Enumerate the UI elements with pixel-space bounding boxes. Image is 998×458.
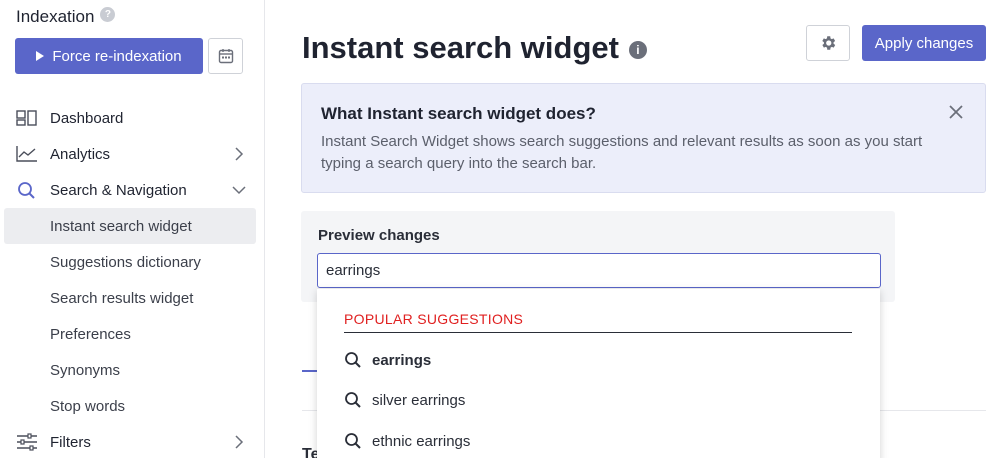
chevron-right-icon bbox=[235, 147, 244, 161]
sub-item-label: Stop words bbox=[50, 397, 126, 415]
info-panel: What Instant search widget does? Instant… bbox=[301, 83, 986, 193]
suggestion-item[interactable]: earrings bbox=[344, 347, 431, 373]
tab-indicator bbox=[302, 370, 318, 372]
close-icon[interactable] bbox=[947, 103, 965, 121]
suggestion-text: silver earrings bbox=[372, 391, 466, 409]
force-reindexation-button[interactable]: Force re-indexation bbox=[15, 38, 203, 74]
help-icon[interactable]: ? bbox=[100, 6, 116, 22]
info-description: Instant Search Widget shows search sugge… bbox=[321, 133, 923, 172]
nav-dashboard-label: Dashboard bbox=[50, 109, 124, 127]
sub-item-label: Preferences bbox=[50, 325, 131, 343]
sub-item-search-results-widget[interactable]: Search results widget bbox=[4, 280, 256, 316]
info-icon[interactable]: i bbox=[628, 41, 647, 59]
nav-analytics-label: Analytics bbox=[50, 145, 111, 163]
sub-item-label: Suggestions dictionary bbox=[50, 253, 201, 271]
nav-analytics[interactable]: Analytics bbox=[4, 136, 256, 172]
indexation-title: Indexation bbox=[16, 7, 95, 26]
sub-item-preferences[interactable]: Preferences bbox=[4, 316, 256, 352]
info-heading: What Instant search widget does? bbox=[321, 104, 596, 123]
search-icon bbox=[18, 182, 35, 199]
dropdown-divider bbox=[344, 332, 852, 333]
sub-item-synonyms[interactable]: Synonyms bbox=[4, 352, 256, 388]
sub-item-stop-words[interactable]: Stop words bbox=[4, 388, 256, 424]
preview-label: Preview changes bbox=[318, 227, 440, 244]
gear-icon bbox=[822, 36, 836, 50]
sidebar: Indexation ? Force re-indexation Dashboa… bbox=[0, 0, 265, 458]
sliders-icon bbox=[17, 433, 37, 451]
suggestion-text: earrings bbox=[372, 351, 432, 369]
suggestion-item[interactable]: silver earrings bbox=[344, 387, 465, 413]
settings-button[interactable] bbox=[806, 25, 850, 61]
nav-search-navigation[interactable]: Search & Navigation bbox=[4, 172, 256, 208]
sub-item-suggestions-dictionary[interactable]: Suggestions dictionary bbox=[4, 244, 256, 280]
chevron-down-icon bbox=[232, 186, 246, 195]
nav-filters-label: Filters bbox=[50, 433, 91, 451]
schedule-button[interactable] bbox=[208, 38, 243, 74]
suggestion-item[interactable]: ethnic earrings bbox=[344, 428, 470, 454]
page-title-row: Instant search widget i bbox=[302, 30, 647, 66]
suggestion-text: ethnic earrings bbox=[372, 432, 471, 450]
preview-search-input[interactable] bbox=[317, 253, 881, 288]
indexation-header: Indexation ? bbox=[16, 6, 116, 27]
sub-item-label: Synonyms bbox=[50, 361, 121, 379]
play-icon bbox=[36, 51, 45, 61]
suggestions-dropdown: POPULAR SUGGESTIONS earrings silver earr… bbox=[317, 289, 880, 458]
search-icon bbox=[345, 392, 361, 408]
apply-changes-button[interactable]: Apply changes bbox=[862, 25, 986, 61]
sub-item-instant-search-widget[interactable]: Instant search widget bbox=[4, 208, 256, 244]
dashboard-icon bbox=[16, 110, 37, 126]
sub-item-label: Search results widget bbox=[50, 289, 194, 307]
calendar-icon bbox=[218, 49, 233, 64]
nav-dashboard[interactable]: Dashboard bbox=[4, 100, 256, 136]
nav-search-navigation-label: Search & Navigation bbox=[50, 181, 187, 199]
sub-item-label: Instant search widget bbox=[50, 217, 192, 235]
page-title: Instant search widget bbox=[302, 30, 619, 65]
search-icon bbox=[345, 352, 361, 368]
chevron-right-icon bbox=[235, 435, 244, 449]
chart-icon bbox=[16, 146, 37, 162]
search-icon bbox=[345, 433, 361, 449]
force-reindexation-label: Force re-indexation bbox=[52, 47, 182, 65]
nav-filters[interactable]: Filters bbox=[4, 424, 256, 458]
popular-suggestions-header: POPULAR SUGGESTIONS bbox=[344, 311, 524, 327]
